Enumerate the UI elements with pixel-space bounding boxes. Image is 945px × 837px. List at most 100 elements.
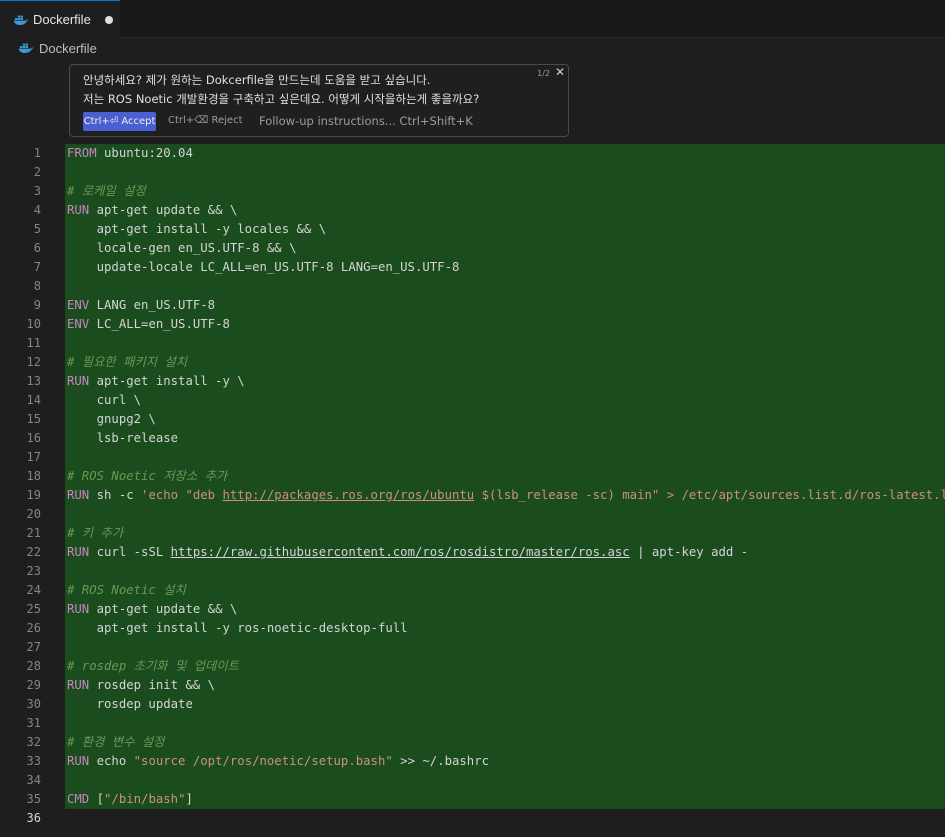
code-line-content[interactable] <box>65 334 945 353</box>
code-line-content[interactable]: locale-gen en_US.UTF-8 && \ <box>65 239 945 258</box>
line-number: 3 <box>33 184 41 198</box>
code-line-content[interactable]: gnupg2 \ <box>65 410 945 429</box>
code-text: >> ~/.bashrc <box>392 754 490 768</box>
code-line[interactable]: 18 # ROS Noetic 저장소 추가 <box>0 467 945 486</box>
code-line[interactable]: 24 # ROS Noetic 설치 <box>0 581 945 600</box>
code-line[interactable]: 33 RUN echo "source /opt/ros/noetic/setup… <box>0 752 945 771</box>
code-line[interactable]: 5 apt-get install -y locales && \ <box>0 220 945 239</box>
code-line[interactable]: 1 FROM ubuntu:20.04 <box>0 144 945 163</box>
line-number: 6 <box>33 241 41 255</box>
line-number: 34 <box>26 773 41 787</box>
code-line[interactable]: 13 RUN apt-get install -y \ <box>0 372 945 391</box>
breadcrumb[interactable]: Dockerfile <box>18 40 97 56</box>
code-text: apt-get install -y locales && \ <box>67 222 327 236</box>
code-comment: # 필요한 패키지 설치 <box>67 355 188 369</box>
code-line[interactable]: 30 rosdep update <box>0 695 945 714</box>
code-line-content[interactable] <box>67 809 945 828</box>
code-line-content[interactable]: # rosdep 초기화 및 업데이트 <box>65 657 945 676</box>
accept-button[interactable]: Ctrl+⏎ Accept <box>83 112 156 131</box>
code-editor[interactable]: 1 FROM ubuntu:20.04 2 3 # 로케일 설정 4 RUN apt-get… <box>0 144 945 828</box>
code-line-content[interactable] <box>65 448 945 467</box>
code-line-content[interactable]: # 로케일 설정 <box>65 182 945 201</box>
code-line[interactable]: 34 <box>0 771 945 790</box>
code-line-content[interactable] <box>65 714 945 733</box>
line-number: 7 <box>33 260 41 274</box>
code-line[interactable]: 6 locale-gen en_US.UTF-8 && \ <box>0 239 945 258</box>
code-line-content[interactable]: RUN apt-get update && \ <box>65 201 945 220</box>
code-line-content[interactable] <box>65 277 945 296</box>
chat-response-counter: 1/2 <box>537 69 550 78</box>
code-line-content[interactable]: apt-get install -y ros-noetic-desktop-fu… <box>65 619 945 638</box>
code-line-content[interactable]: rosdep update <box>65 695 945 714</box>
code-line-content[interactable]: # ROS Noetic 저장소 추가 <box>65 467 945 486</box>
code-line[interactable]: 26 apt-get install -y ros-noetic-desktop… <box>0 619 945 638</box>
code-line[interactable]: 8 <box>0 277 945 296</box>
code-line-content[interactable]: # 필요한 패키지 설치 <box>65 353 945 372</box>
code-line-content[interactable]: ENV LC_ALL=en_US.UTF-8 <box>65 315 945 334</box>
code-comment: # ROS Noetic 설치 <box>67 583 186 597</box>
code-comment: # 로케일 설정 <box>67 184 146 198</box>
code-line[interactable]: 25 RUN apt-get update && \ <box>0 600 945 619</box>
code-line[interactable]: 29 RUN rosdep init && \ <box>0 676 945 695</box>
followup-input[interactable]: Follow-up instructions... Ctrl+Shift+K <box>259 114 473 128</box>
tab-dockerfile[interactable]: Dockerfile <box>0 0 120 38</box>
code-line-content[interactable]: ENV LANG en_US.UTF-8 <box>65 296 945 315</box>
code-line[interactable]: 21 # 키 추가 <box>0 524 945 543</box>
code-line[interactable]: 15 gnupg2 \ <box>0 410 945 429</box>
code-line[interactable]: 23 <box>0 562 945 581</box>
code-line-content[interactable] <box>65 505 945 524</box>
reject-button[interactable]: Ctrl+⌫ Reject <box>168 115 243 126</box>
code-line[interactable]: 31 <box>0 714 945 733</box>
code-line[interactable]: 10 ENV LC_ALL=en_US.UTF-8 <box>0 315 945 334</box>
code-line-content[interactable]: # ROS Noetic 설치 <box>65 581 945 600</box>
code-line[interactable]: 22 RUN curl -sSL https://raw.githubuserco… <box>0 543 945 562</box>
code-line-content[interactable]: RUN echo "source /opt/ros/noetic/setup.b… <box>65 752 945 771</box>
unsaved-indicator-icon[interactable] <box>104 15 113 24</box>
code-line[interactable]: 27 <box>0 638 945 657</box>
code-line-content[interactable]: # 키 추가 <box>65 524 945 543</box>
code-line[interactable]: 9 ENV LANG en_US.UTF-8 <box>0 296 945 315</box>
line-number: 20 <box>26 507 41 521</box>
code-line-content[interactable]: lsb-release <box>65 429 945 448</box>
code-line[interactable]: 2 <box>0 163 945 182</box>
code-line-content[interactable]: CMD ["/bin/bash"] <box>65 790 945 809</box>
code-line[interactable]: 3 # 로케일 설정 <box>0 182 945 201</box>
code-line[interactable]: 7 update-locale LC_ALL=en_US.UTF-8 LANG=… <box>0 258 945 277</box>
code-line-content[interactable]: curl \ <box>65 391 945 410</box>
code-line-content[interactable] <box>65 562 945 581</box>
code-keyword: RUN <box>67 374 90 388</box>
code-line-content[interactable]: RUN rosdep init && \ <box>65 676 945 695</box>
code-text: ubuntu:20.04 <box>96 146 193 160</box>
code-line-content[interactable]: update-locale LC_ALL=en_US.UTF-8 LANG=en… <box>65 258 945 277</box>
line-number: 14 <box>26 393 41 407</box>
close-icon[interactable]: ✕ <box>555 65 565 79</box>
code-line[interactable]: 19 RUN sh -c 'echo "deb http://packages.r… <box>0 486 945 505</box>
code-line-content[interactable]: RUN apt-get update && \ <box>65 600 945 619</box>
code-line-content[interactable]: apt-get install -y locales && \ <box>65 220 945 239</box>
code-link[interactable]: https://raw.githubusercontent.com/ros/ro… <box>171 545 630 559</box>
code-line[interactable]: 36 <box>0 809 945 828</box>
line-number: 18 <box>26 469 41 483</box>
code-line-content[interactable] <box>65 771 945 790</box>
code-line-content[interactable]: RUN apt-get install -y \ <box>65 372 945 391</box>
code-line[interactable]: 20 <box>0 505 945 524</box>
code-line-content[interactable]: RUN sh -c 'echo "deb http://packages.ros… <box>65 486 945 505</box>
code-link[interactable]: http://packages.ros.org/ros/ubuntu <box>222 488 474 502</box>
code-text: update-locale LC_ALL=en_US.UTF-8 LANG=en… <box>67 260 460 274</box>
code-line-content[interactable]: # 환경 변수 설정 <box>65 733 945 752</box>
code-line-content[interactable] <box>65 638 945 657</box>
code-line[interactable]: 35 CMD ["/bin/bash"] <box>0 790 945 809</box>
code-line[interactable]: 4 RUN apt-get update && \ <box>0 201 945 220</box>
code-line[interactable]: 28 # rosdep 초기화 및 업데이트 <box>0 657 945 676</box>
line-number: 9 <box>33 298 41 312</box>
code-line[interactable]: 16 lsb-release <box>0 429 945 448</box>
code-line-content[interactable]: RUN curl -sSL https://raw.githubusercont… <box>65 543 945 562</box>
code-line[interactable]: 32 # 환경 변수 설정 <box>0 733 945 752</box>
code-line-content[interactable] <box>65 163 945 182</box>
code-line[interactable]: 12 # 필요한 패키지 설치 <box>0 353 945 372</box>
line-number: 13 <box>26 374 41 388</box>
code-line-content[interactable]: FROM ubuntu:20.04 <box>65 144 945 163</box>
code-line[interactable]: 11 <box>0 334 945 353</box>
code-line[interactable]: 14 curl \ <box>0 391 945 410</box>
code-line[interactable]: 17 <box>0 448 945 467</box>
